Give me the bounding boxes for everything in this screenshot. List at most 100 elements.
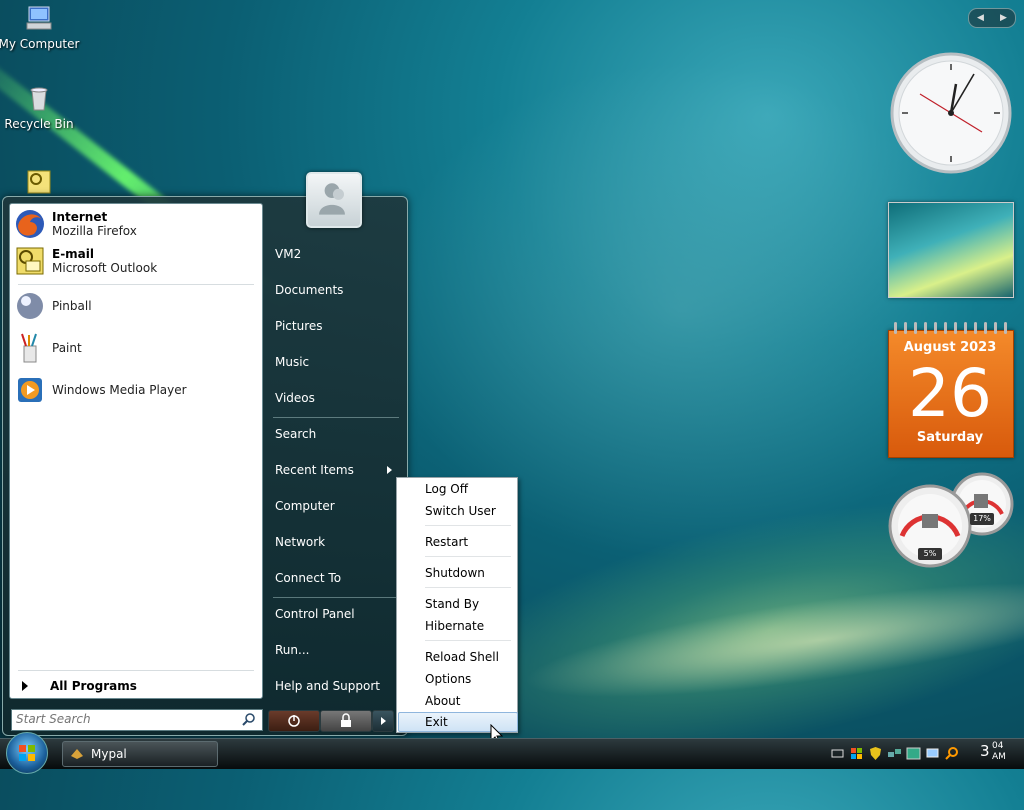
calendar-ring [924, 322, 927, 334]
menu-separator [425, 587, 511, 588]
taskbar-button-label: Mypal [91, 747, 127, 761]
all-programs-button[interactable]: All Programs [18, 676, 254, 696]
start-menu: Internet Mozilla Firefox E-mail Microsof… [2, 196, 408, 736]
desktop-icon-recycle-bin[interactable]: Recycle Bin [0, 84, 84, 131]
calendar-ring [984, 322, 987, 334]
calendar-ring [904, 322, 907, 334]
computer-icon [26, 6, 52, 30]
taskbar-button-mypal[interactable]: Mypal [62, 741, 218, 767]
search-icon[interactable] [242, 712, 256, 726]
pinned-item-internet[interactable]: Internet Mozilla Firefox [14, 206, 254, 242]
power-icon [288, 715, 300, 727]
menu-item-about[interactable]: About [425, 691, 460, 711]
display-icon[interactable] [906, 746, 921, 761]
system-tray [830, 742, 978, 764]
power-options-arrow-button[interactable] [372, 710, 394, 732]
lock-button[interactable] [320, 710, 372, 732]
menu-item-reload-shell[interactable]: Reload Shell [425, 647, 499, 667]
right-item-pictures[interactable]: Pictures [275, 316, 323, 336]
calendar-ring [954, 322, 957, 334]
next-icon[interactable]: ▶ [1000, 13, 1007, 23]
start-search-box[interactable] [11, 709, 263, 731]
pinned-item-subtitle: Microsoft Outlook [52, 261, 158, 275]
pinned-item-subtitle: Mozilla Firefox [52, 224, 137, 238]
cpu-meter-gadget[interactable]: 5% 17% [888, 472, 1018, 568]
recent-item-windows-media-player[interactable]: Windows Media Player [14, 372, 254, 408]
power-button[interactable] [268, 710, 320, 732]
windows-flag-icon[interactable] [849, 746, 864, 761]
search-icon[interactable] [944, 746, 959, 761]
pinned-item-title: Internet [52, 210, 108, 224]
right-item-network[interactable]: Network [275, 532, 325, 552]
recent-item-label: Pinball [52, 299, 92, 313]
right-item-label: Recent Items [275, 463, 354, 477]
start-menu-programs-pane: Internet Mozilla Firefox E-mail Microsof… [9, 203, 263, 699]
pinned-item-email[interactable]: E-mail Microsoft Outlook [14, 243, 254, 279]
menu-item-shutdown[interactable]: Shutdown [425, 563, 485, 583]
user-avatar[interactable] [306, 172, 362, 228]
right-item-recent-items[interactable]: Recent Items [275, 460, 395, 480]
recent-item-label: Paint [52, 341, 82, 355]
calendar-day: 26 [908, 355, 992, 432]
outlook-icon [27, 170, 51, 194]
right-item-user[interactable]: VM2 [275, 244, 301, 264]
power-buttons [268, 710, 394, 732]
calendar-ring [1004, 322, 1007, 334]
right-item-run[interactable]: Run... [275, 640, 309, 660]
menu-item-log-off[interactable]: Log Off [425, 479, 468, 499]
clock-gadget[interactable] [890, 52, 1012, 174]
menu-item-switch-user[interactable]: Switch User [425, 501, 496, 521]
user-avatar-icon [319, 183, 345, 215]
media-player-icon [18, 378, 42, 402]
menu-separator [273, 417, 399, 418]
right-item-search[interactable]: Search [275, 424, 316, 444]
paint-icon [21, 333, 37, 363]
calendar-ring [934, 322, 937, 334]
menu-separator [425, 556, 511, 557]
taskbar-clock[interactable]: 3 04 AM [980, 741, 1006, 762]
gadget-navigation[interactable]: ◀ ▶ [968, 8, 1016, 28]
pinball-icon [17, 293, 43, 319]
wallpaper-wave-highlight [517, 558, 1024, 722]
right-item-videos[interactable]: Videos [275, 388, 315, 408]
menu-separator [425, 640, 511, 641]
shutdown-context-menu: Log Off Switch User Restart Shutdown Sta… [396, 477, 518, 733]
recent-item-paint[interactable]: Paint [14, 330, 254, 366]
slideshow-gadget[interactable] [888, 202, 1014, 298]
right-item-control-panel[interactable]: Control Panel [275, 604, 355, 624]
right-item-music[interactable]: Music [275, 352, 309, 372]
monitor-icon[interactable] [925, 746, 940, 761]
menu-separator [18, 284, 254, 285]
menu-item-options[interactable]: Options [425, 669, 471, 689]
search-input[interactable] [12, 710, 240, 728]
keyboard-icon[interactable] [830, 746, 845, 761]
desktop-icon-my-computer[interactable]: My Computer [0, 4, 84, 51]
calendar-ring [914, 322, 917, 334]
network-icon[interactable] [887, 746, 902, 761]
triangle-right-icon [381, 717, 386, 725]
right-item-documents[interactable]: Documents [275, 280, 343, 300]
pinned-item-title: E-mail [52, 247, 95, 261]
calendar-gadget[interactable]: August 2023 26 Saturday [888, 322, 1014, 458]
right-item-help[interactable]: Help and Support [275, 676, 380, 696]
menu-separator [18, 670, 254, 671]
menu-item-restart[interactable]: Restart [425, 532, 468, 552]
desktop-icon-label: Recycle Bin [4, 117, 74, 131]
calendar-ring [894, 322, 897, 334]
windows-logo-icon [19, 745, 35, 761]
clock-hour: 3 [980, 742, 990, 760]
right-item-connect-to[interactable]: Connect To [275, 568, 341, 588]
firefox-icon [16, 210, 44, 238]
menu-item-stand-by[interactable]: Stand By [425, 594, 479, 614]
menu-separator [425, 525, 511, 526]
previous-icon[interactable]: ◀ [977, 13, 984, 23]
menu-separator [273, 597, 399, 598]
outlook-icon [16, 247, 44, 275]
right-item-computer[interactable]: Computer [275, 496, 335, 516]
menu-item-exit[interactable]: Exit [425, 712, 448, 732]
calendar-ring [964, 322, 967, 334]
cpu-usage-label: 5% [918, 548, 942, 560]
recent-item-pinball[interactable]: Pinball [14, 288, 254, 324]
security-shield-icon[interactable] [868, 746, 883, 761]
menu-item-hibernate[interactable]: Hibernate [425, 616, 484, 636]
